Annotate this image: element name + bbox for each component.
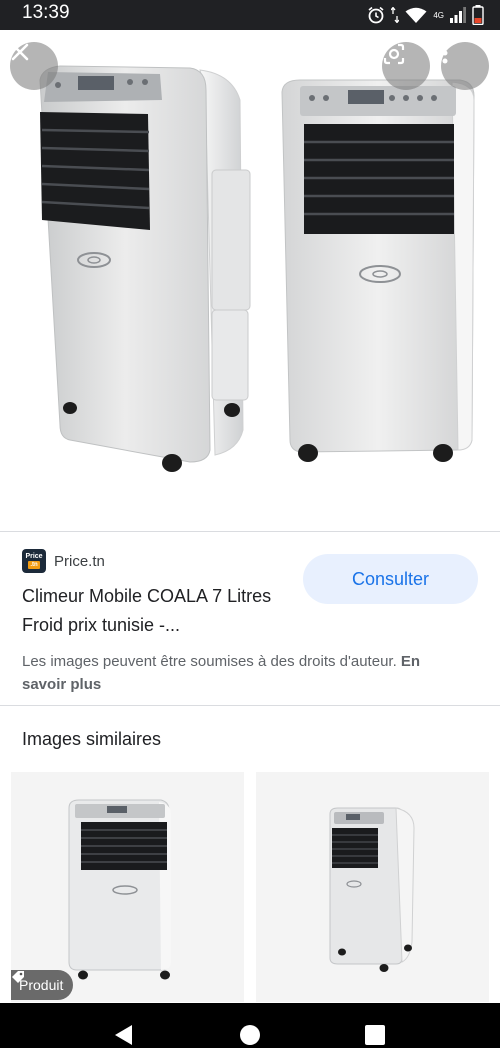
status-time: 13:39: [22, 2, 70, 23]
close-button[interactable]: [10, 42, 58, 90]
similar-images-heading: Images similaires: [22, 729, 162, 749]
system-nav-bar: [0, 1003, 500, 1048]
alarm-icon: [368, 6, 384, 24]
visit-button[interactable]: Consulter: [303, 554, 478, 604]
back-icon[interactable]: [112, 1023, 134, 1047]
more-vert-icon: [442, 42, 448, 64]
battery-icon: [472, 5, 484, 25]
result-title[interactable]: Climeur Mobile COALA 7 Litres Froid prix…: [22, 582, 292, 640]
air-cooler-thumbnail: [329, 807, 415, 972]
divider: [0, 531, 500, 532]
status-icons: 4G: [367, 4, 484, 26]
home-icon[interactable]: [239, 1024, 261, 1046]
favicon-subtext: .tn: [28, 561, 40, 569]
close-icon: [11, 43, 29, 61]
product-badge: Produit: [11, 970, 74, 1000]
tag-icon: [12, 971, 24, 983]
wifi-icon: [405, 7, 427, 23]
copyright-notice: Les images peuvent être soumises à des d…: [22, 650, 442, 696]
divider: [0, 705, 500, 706]
signal-icon: [450, 7, 466, 23]
lens-icon: [383, 43, 405, 65]
favicon-text: Price: [25, 553, 43, 560]
product-badge-label: Produit: [19, 977, 64, 993]
air-cooler-thumbnail: [68, 799, 171, 980]
source-link[interactable]: Price .tn Price.tn: [22, 549, 105, 573]
copyright-text: Les images peuvent être soumises à des d…: [22, 653, 397, 670]
network-label: 4G: [433, 10, 444, 20]
lens-button[interactable]: [382, 42, 430, 90]
similar-image-thumbnail[interactable]: Produit: [11, 772, 244, 1002]
air-cooler-image: [39, 65, 475, 472]
source-name: Price.tn: [54, 552, 105, 570]
data-arrows-icon: [391, 7, 400, 23]
main-image[interactable]: [0, 30, 500, 530]
more-options-button[interactable]: [441, 42, 489, 90]
recents-icon[interactable]: [364, 1024, 386, 1046]
status-bar: 13:39 4G: [0, 0, 500, 30]
source-favicon: Price .tn: [22, 549, 46, 573]
similar-image-thumbnail[interactable]: [256, 772, 489, 1002]
